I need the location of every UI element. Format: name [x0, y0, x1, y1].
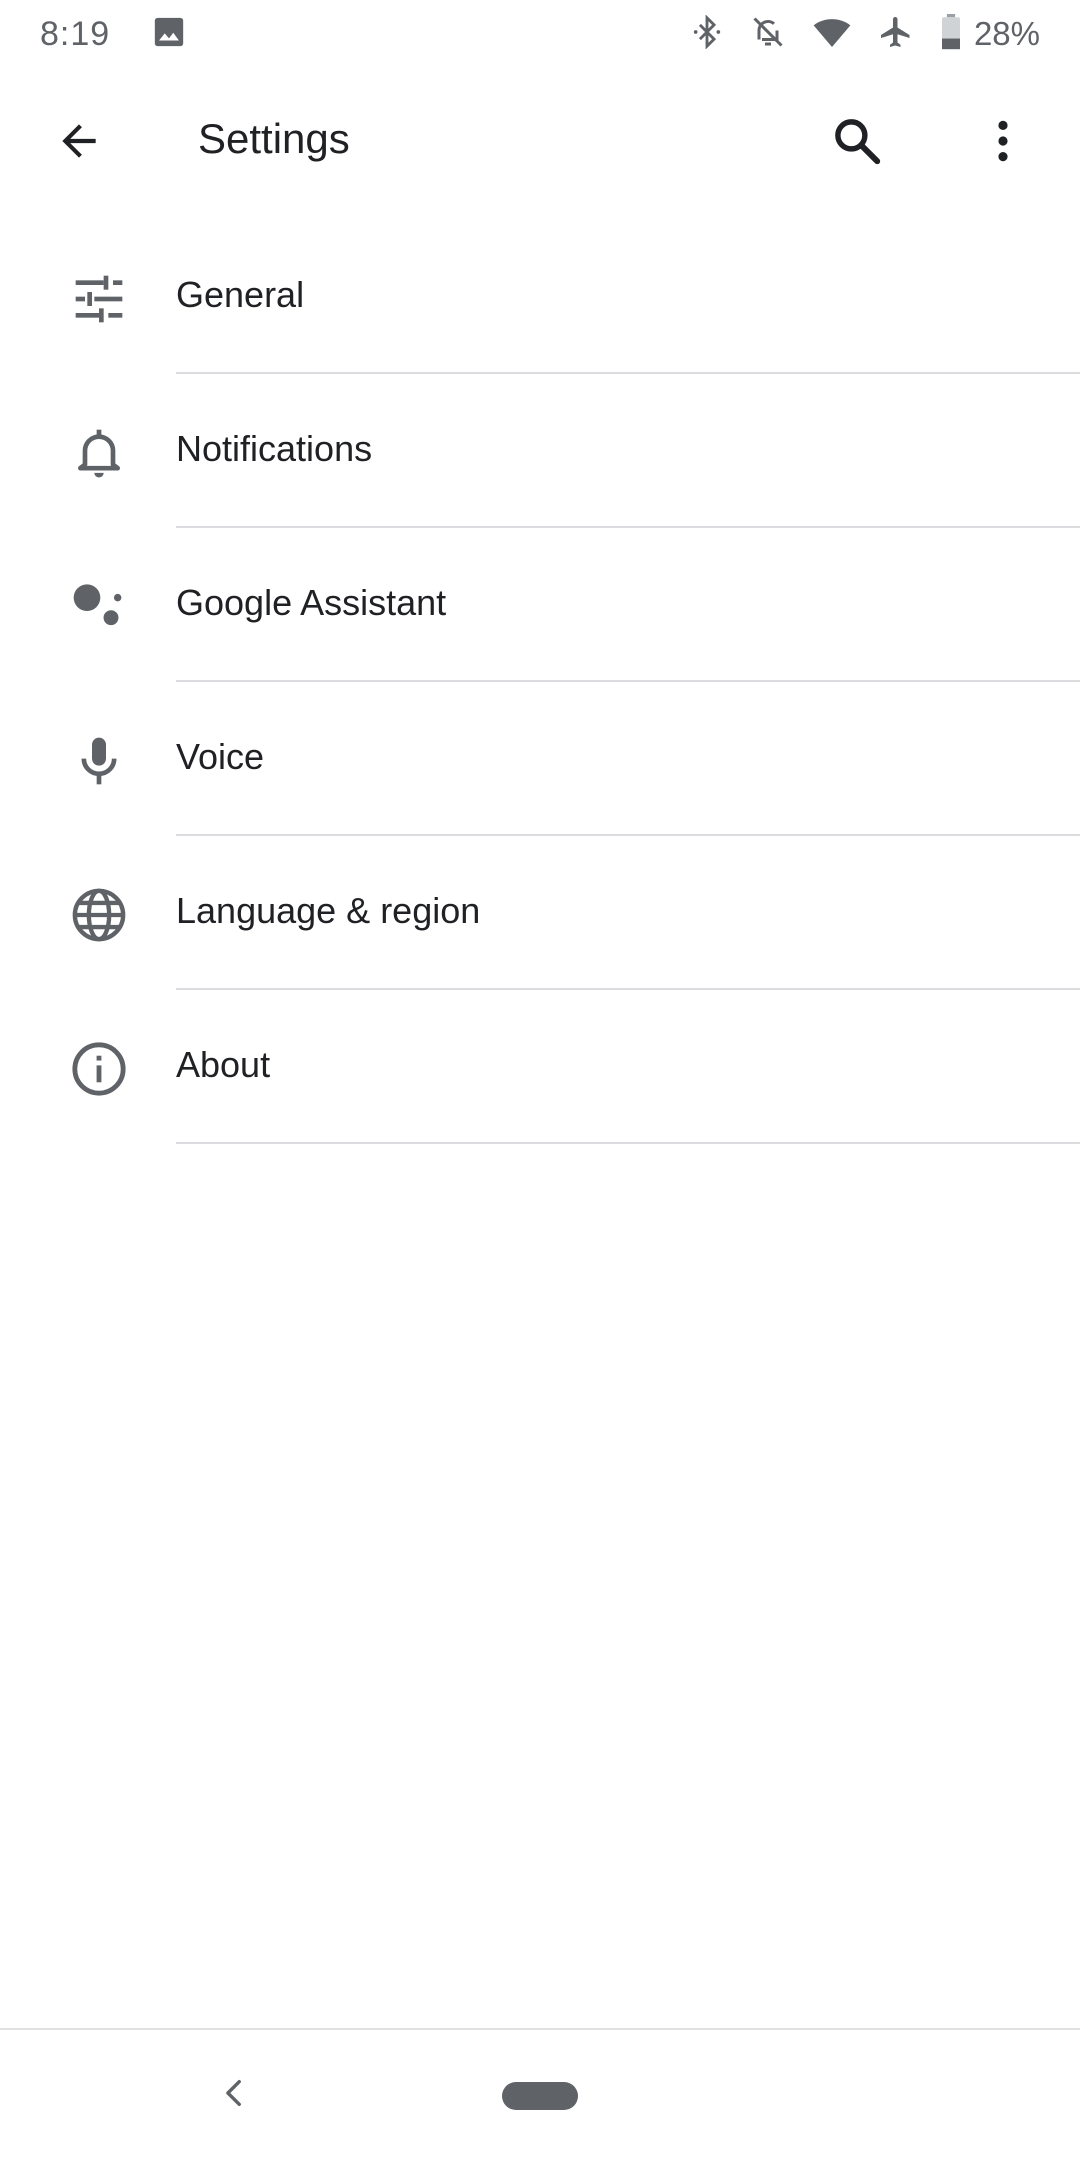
app-bar: Settings — [0, 68, 1080, 218]
bluetooth-icon — [690, 13, 724, 54]
settings-item-label: General — [176, 274, 305, 315]
nav-back-button[interactable] — [210, 2070, 260, 2120]
settings-item-label: Language & region — [176, 890, 481, 931]
settings-item-about[interactable]: About — [0, 990, 1080, 1144]
more-vert-icon — [978, 116, 1028, 171]
arrow-back-icon — [54, 116, 104, 171]
settings-item-notifications[interactable]: Notifications — [0, 374, 1080, 528]
settings-item-general[interactable]: General — [0, 220, 1080, 374]
back-button[interactable] — [44, 108, 114, 178]
more-options-button[interactable] — [968, 108, 1038, 178]
tune-icon — [64, 264, 134, 334]
image-icon — [152, 15, 186, 54]
status-time: 8:19 — [40, 14, 111, 53]
mic-icon — [64, 726, 134, 796]
settings-item-label: About — [176, 1044, 271, 1085]
home-pill-button[interactable] — [502, 2082, 578, 2110]
page-title: Settings — [198, 115, 350, 162]
settings-item-voice[interactable]: Voice — [0, 682, 1080, 836]
nav-back-icon — [218, 2076, 252, 2115]
info-icon — [64, 1034, 134, 1104]
bell-icon — [64, 418, 134, 488]
settings-list: General Notifications Google Assistant V… — [0, 220, 1080, 1144]
search-icon — [830, 114, 884, 173]
wifi-icon — [812, 15, 852, 54]
status-bar-left: 8:19 — [40, 15, 186, 54]
settings-item-label: Notifications — [176, 428, 373, 469]
status-bar: 8:19 28% — [0, 0, 1080, 68]
navigation-bar — [0, 2028, 1080, 2160]
assistant-icon — [64, 572, 134, 642]
settings-item-language-region[interactable]: Language & region — [0, 836, 1080, 990]
airplane-mode-icon — [878, 14, 914, 55]
globe-icon — [64, 880, 134, 950]
battery-icon — [940, 13, 962, 55]
settings-item-label: Voice — [176, 736, 265, 777]
notifications-off-icon — [750, 14, 786, 55]
battery-percent: 28% — [973, 15, 1040, 52]
divider — [176, 1142, 1080, 1144]
settings-screen: 8:19 28% Settings General Notifications … — [0, 0, 1080, 2160]
status-bar-right: 28% — [664, 13, 1040, 55]
settings-item-google-assistant[interactable]: Google Assistant — [0, 528, 1080, 682]
settings-item-label: Google Assistant — [176, 582, 447, 623]
search-button[interactable] — [822, 108, 892, 178]
